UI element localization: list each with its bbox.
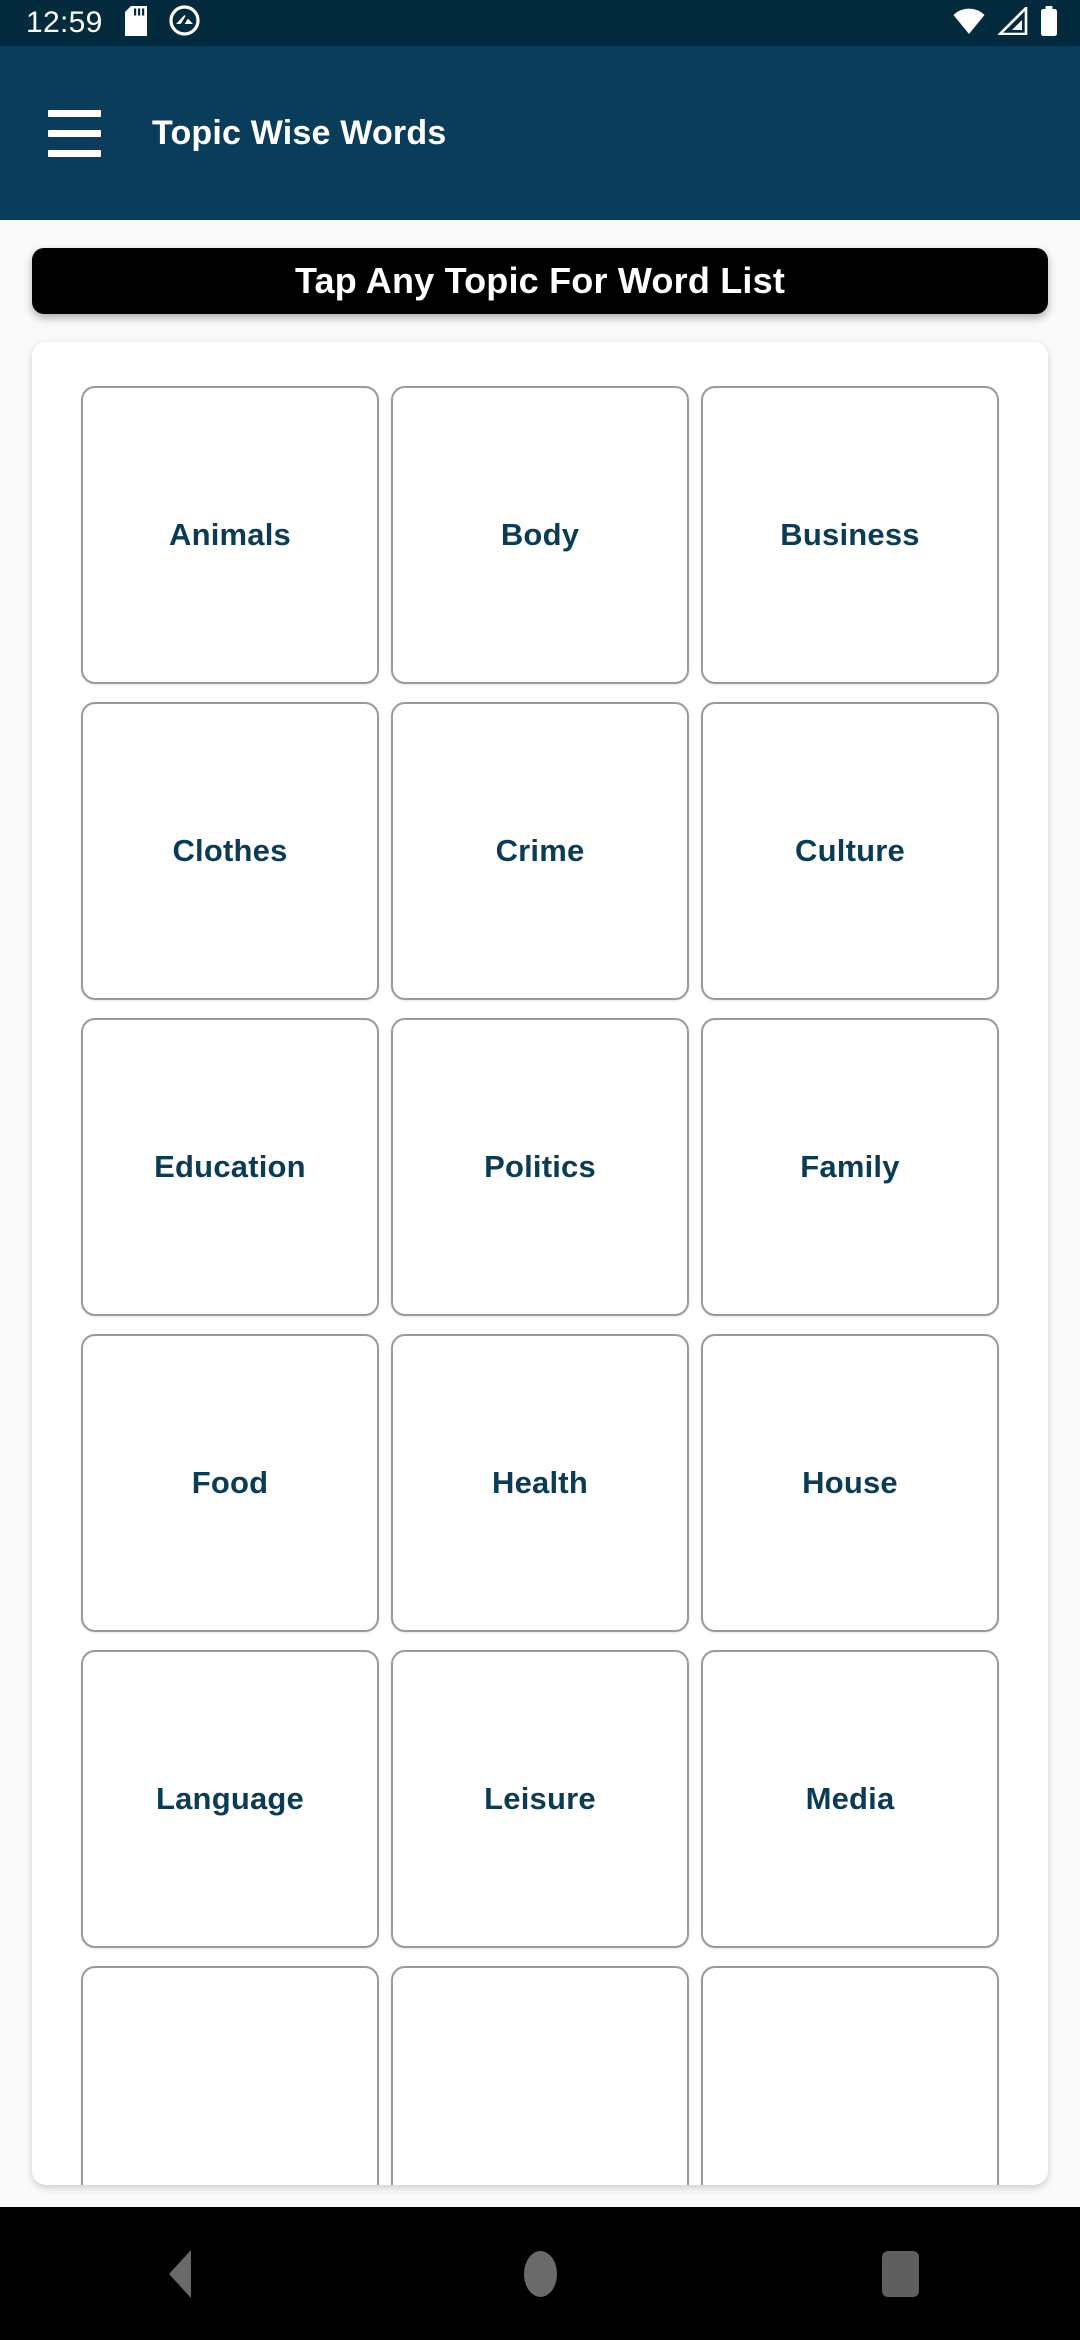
topic-card-education[interactable]: Education [81, 1018, 379, 1316]
topic-card-row6-col3[interactable] [701, 1966, 999, 2185]
topic-card-culture[interactable]: Culture [701, 702, 999, 1000]
topic-card-label: Food [191, 1465, 269, 1500]
instruction-banner-label: Tap Any Topic For Word List [294, 260, 786, 301]
content-area: Tap Any Topic For Word List Animals Body… [0, 220, 1080, 2207]
topic-card-crime[interactable]: Crime [391, 702, 689, 1000]
phone-screen: 12:59 Topic Wise Words Tap Any Topic For… [0, 0, 1080, 2340]
triangle-back-icon [169, 2249, 191, 2298]
topic-grid-panel[interactable]: Animals Body Business Clothes Crime Cult… [32, 342, 1048, 2185]
topic-card-leisure[interactable]: Leisure [391, 1650, 689, 1948]
recents-button[interactable] [825, 2207, 975, 2340]
status-clock: 12:59 [26, 6, 103, 39]
topic-card-business[interactable]: Business [701, 386, 999, 684]
topic-card-label: Language [155, 1781, 304, 1816]
topic-card-label: Crime [495, 833, 585, 868]
wifi-icon [952, 7, 986, 40]
topic-card-media[interactable]: Media [701, 1650, 999, 1948]
topic-card-label: Education [154, 1149, 306, 1184]
topic-card-label: Culture [795, 833, 905, 868]
topic-card-label: House [802, 1465, 898, 1500]
data-saver-icon [168, 5, 200, 41]
status-bar: 12:59 [0, 0, 1080, 46]
topic-card-body[interactable]: Body [391, 386, 689, 684]
topic-card-food[interactable]: Food [81, 1334, 379, 1632]
topic-card-health[interactable]: Health [391, 1334, 689, 1632]
topic-card-clothes[interactable]: Clothes [81, 702, 379, 1000]
topic-card-label: Family [800, 1149, 900, 1184]
battery-icon [1040, 5, 1058, 41]
android-navigation-bar [0, 2207, 1080, 2340]
topic-card-animals[interactable]: Animals [81, 386, 379, 684]
topic-card-label: Politics [484, 1149, 596, 1184]
app-bar: Topic Wise Words [0, 46, 1080, 220]
sd-card-icon [124, 5, 147, 41]
topic-card-label: Body [500, 517, 580, 552]
topic-card-house[interactable]: House [701, 1334, 999, 1632]
square-recents-icon [881, 2250, 919, 2297]
topic-card-label: Health [492, 1465, 588, 1500]
instruction-banner: Tap Any Topic For Word List [32, 248, 1048, 314]
hamburger-menu-icon[interactable] [26, 85, 122, 181]
topic-card-label: Media [805, 1781, 895, 1816]
topic-grid: Animals Body Business Clothes Crime Cult… [81, 386, 999, 2185]
menu-line-1 [47, 109, 101, 117]
topic-card-label: Leisure [484, 1781, 596, 1816]
page-title: Topic Wise Words [152, 113, 447, 152]
topic-card-row6-col1[interactable] [81, 1966, 379, 2185]
topic-card-language[interactable]: Language [81, 1650, 379, 1948]
topic-card-row6-col2[interactable] [391, 1966, 689, 2185]
topic-card-label: Business [780, 517, 920, 552]
cellular-signal-icon [996, 4, 1028, 40]
menu-line-3 [47, 149, 101, 157]
circle-home-icon [523, 2250, 557, 2297]
menu-line-2 [47, 129, 101, 137]
home-button[interactable] [465, 2207, 615, 2340]
status-bar-right-group [952, 4, 1058, 41]
topic-card-politics[interactable]: Politics [391, 1018, 689, 1316]
status-bar-left-group: 12:59 [26, 5, 200, 41]
topic-card-family[interactable]: Family [701, 1018, 999, 1316]
topic-card-label: Animals [169, 517, 291, 552]
back-button[interactable] [105, 2207, 255, 2340]
topic-card-label: Clothes [172, 833, 288, 868]
